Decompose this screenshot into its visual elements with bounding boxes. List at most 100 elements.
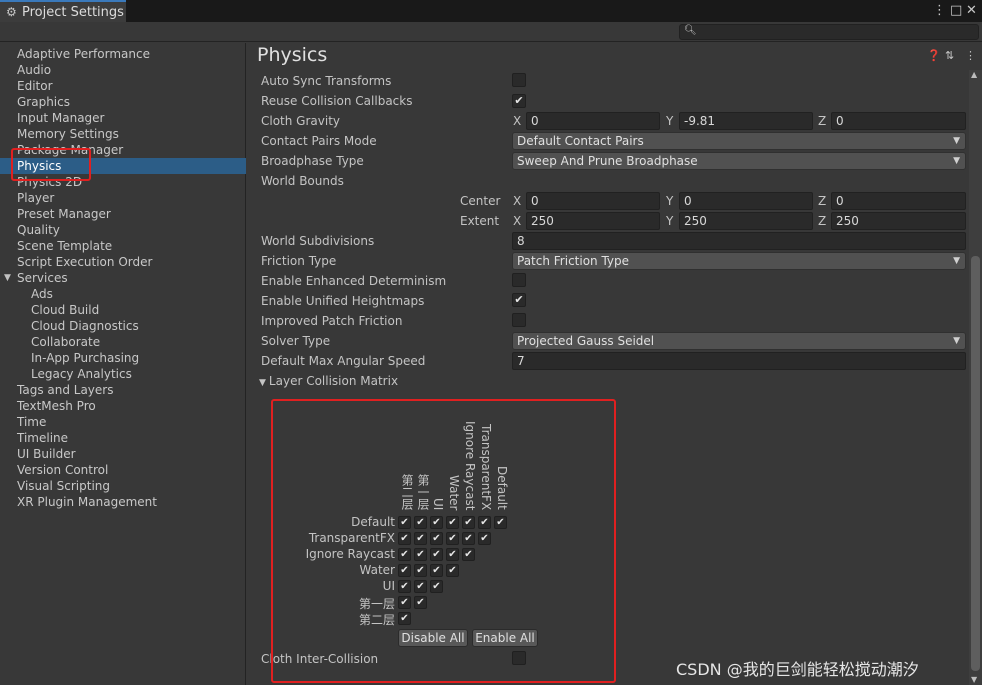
solver-type-dropdown[interactable]: Projected Gauss Seidel ▼ [512, 332, 966, 350]
help-icon[interactable]: ❓ [927, 49, 941, 62]
scroll-up-icon[interactable]: ▲ [971, 70, 977, 79]
matrix-collision-checkbox[interactable]: ✔ [494, 516, 507, 529]
sidebar-item-cloud-build[interactable]: Cloud Build [0, 302, 246, 318]
broadphase-type-dropdown[interactable]: Sweep And Prune Broadphase ▼ [512, 152, 966, 170]
matrix-collision-checkbox[interactable]: ✔ [398, 532, 411, 545]
improved-patch-friction-checkbox[interactable] [512, 313, 526, 327]
cloth-gravity-y-field[interactable]: -9.81 [679, 112, 813, 130]
more-options-icon[interactable]: ⋮ [933, 3, 946, 18]
center-y-field[interactable]: 0 [679, 192, 813, 210]
matrix-collision-checkbox[interactable]: ✔ [462, 548, 475, 561]
sidebar-item-audio[interactable]: Audio [0, 62, 246, 78]
matrix-collision-checkbox[interactable]: ✔ [414, 596, 427, 609]
enhanced-determinism-checkbox[interactable] [512, 273, 526, 287]
matrix-collision-checkbox[interactable]: ✔ [478, 516, 491, 529]
sidebar-item-ads[interactable]: Ads [0, 286, 246, 302]
vertical-scrollbar[interactable]: ▲ ▼ [969, 70, 982, 685]
extent-x-field[interactable]: 250 [526, 212, 660, 230]
contact-pairs-mode-dropdown[interactable]: Default Contact Pairs ▼ [512, 132, 966, 150]
preset-icon[interactable]: ⇅ [945, 49, 954, 62]
sidebar-item-scene-template[interactable]: Scene Template [0, 238, 246, 254]
matrix-collision-checkbox[interactable]: ✔ [430, 548, 443, 561]
matrix-collision-checkbox[interactable]: ✔ [430, 532, 443, 545]
sidebar-item-editor[interactable]: Editor [0, 78, 246, 94]
matrix-collision-checkbox[interactable]: ✔ [462, 516, 475, 529]
foldout-arrow-icon[interactable]: ▼ [4, 270, 11, 286]
world-subdivisions-field[interactable]: 8 [512, 232, 966, 250]
sidebar-item-textmesh-pro[interactable]: TextMesh Pro [0, 398, 246, 414]
watermark: CSDN @我的巨剑能轻松搅动潮汐 [676, 660, 919, 679]
matrix-collision-checkbox[interactable]: ✔ [398, 564, 411, 577]
more-icon[interactable]: ⋮ [965, 49, 976, 62]
cloth-gravity-x-field[interactable]: 0 [526, 112, 660, 130]
cloth-gravity-z-field[interactable]: 0 [831, 112, 966, 130]
sidebar-item-label: Input Manager [17, 111, 105, 125]
center-x-label: X [513, 194, 522, 208]
sidebar-item-version-control[interactable]: Version Control [0, 462, 246, 478]
reuse-collision-callbacks-checkbox[interactable]: ✔ [512, 94, 526, 108]
sidebar-item-timeline[interactable]: Timeline [0, 430, 246, 446]
sidebar-item-cloud-diagnostics[interactable]: Cloud Diagnostics [0, 318, 246, 334]
sidebar-item-graphics[interactable]: Graphics [0, 94, 246, 110]
matrix-column-label: TransparentFX [479, 423, 493, 510]
sidebar-item-ui-builder[interactable]: UI Builder [0, 446, 246, 462]
matrix-collision-checkbox[interactable]: ✔ [398, 548, 411, 561]
matrix-collision-checkbox[interactable]: ✔ [430, 564, 443, 577]
sidebar-item-collaborate[interactable]: Collaborate [0, 334, 246, 350]
sidebar-item-visual-scripting[interactable]: Visual Scripting [0, 478, 246, 494]
layer-collision-matrix-foldout[interactable]: ▼ Layer Collision Matrix [259, 374, 398, 388]
scrollbar-thumb[interactable] [971, 256, 980, 671]
matrix-collision-checkbox[interactable]: ✔ [478, 532, 491, 545]
sidebar-item-script-execution-order[interactable]: Script Execution Order [0, 254, 246, 270]
enable-all-button[interactable]: Enable All [472, 629, 538, 647]
extent-z-field[interactable]: 250 [831, 212, 966, 230]
matrix-collision-checkbox[interactable]: ✔ [446, 564, 459, 577]
sidebar-item-xr-plugin-management[interactable]: XR Plugin Management [0, 494, 246, 510]
sidebar-item-input-manager[interactable]: Input Manager [0, 110, 246, 126]
sidebar-item-preset-manager[interactable]: Preset Manager [0, 206, 246, 222]
sidebar-item-package-manager[interactable]: Package Manager [0, 142, 246, 158]
sidebar-item-player[interactable]: Player [0, 190, 246, 206]
search-input[interactable]: 🔍︎ [679, 24, 979, 40]
matrix-collision-checkbox[interactable]: ✔ [414, 532, 427, 545]
sidebar-item-label: Package Manager [17, 143, 124, 157]
center-x-field[interactable]: 0 [526, 192, 660, 210]
matrix-collision-checkbox[interactable]: ✔ [398, 612, 411, 625]
default-max-angular-speed-field[interactable]: 7 [512, 352, 966, 370]
cloth-inter-collision-checkbox[interactable] [512, 651, 526, 665]
sidebar-item-time[interactable]: Time [0, 414, 246, 430]
matrix-collision-checkbox[interactable]: ✔ [430, 516, 443, 529]
matrix-collision-checkbox[interactable]: ✔ [414, 548, 427, 561]
tab-project-settings[interactable]: ⚙ Project Settings [0, 0, 126, 22]
matrix-collision-checkbox[interactable]: ✔ [446, 548, 459, 561]
extent-y-field[interactable]: 250 [679, 212, 813, 230]
matrix-collision-checkbox[interactable]: ✔ [398, 580, 411, 593]
sidebar-item-adaptive-performance[interactable]: Adaptive Performance [0, 46, 246, 62]
matrix-collision-checkbox[interactable]: ✔ [414, 516, 427, 529]
sidebar-item-in-app-purchasing[interactable]: In-App Purchasing [0, 350, 246, 366]
sidebar-item-services[interactable]: ▼ Services [0, 270, 246, 286]
auto-sync-transforms-checkbox[interactable] [512, 73, 526, 87]
matrix-collision-checkbox[interactable]: ✔ [430, 580, 443, 593]
sidebar-item-legacy-analytics[interactable]: Legacy Analytics [0, 366, 246, 382]
matrix-collision-checkbox[interactable]: ✔ [414, 580, 427, 593]
matrix-collision-checkbox[interactable]: ✔ [446, 516, 459, 529]
sidebar-item-tags-and-layers[interactable]: Tags and Layers [0, 382, 246, 398]
matrix-collision-checkbox[interactable]: ✔ [446, 532, 459, 545]
improved-patch-friction-label: Improved Patch Friction [261, 314, 403, 328]
center-z-field[interactable]: 0 [831, 192, 966, 210]
maximize-icon[interactable]: □ [950, 3, 962, 18]
matrix-collision-checkbox[interactable]: ✔ [414, 564, 427, 577]
friction-type-dropdown[interactable]: Patch Friction Type ▼ [512, 252, 966, 270]
matrix-collision-checkbox[interactable]: ✔ [398, 596, 411, 609]
sidebar-item-memory-settings[interactable]: Memory Settings [0, 126, 246, 142]
unified-heightmaps-checkbox[interactable]: ✔ [512, 293, 526, 307]
sidebar-item-physics-2d[interactable]: Physics 2D [0, 174, 246, 190]
sidebar-item-physics[interactable]: Physics [0, 158, 246, 174]
sidebar-item-quality[interactable]: Quality [0, 222, 246, 238]
disable-all-button[interactable]: Disable All [398, 629, 468, 647]
matrix-collision-checkbox[interactable]: ✔ [398, 516, 411, 529]
scroll-down-icon[interactable]: ▼ [971, 675, 977, 684]
matrix-collision-checkbox[interactable]: ✔ [462, 532, 475, 545]
close-icon[interactable]: ✕ [966, 3, 977, 18]
